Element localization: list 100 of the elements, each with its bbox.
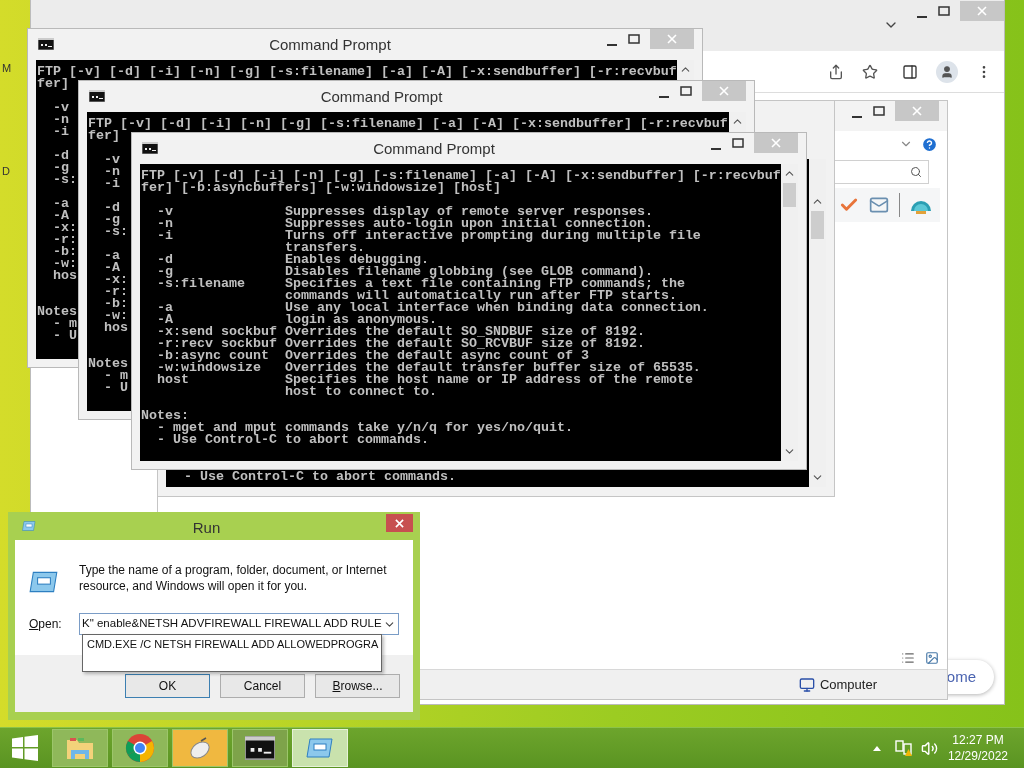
console-line: fer] (37, 78, 69, 90)
network-warning-icon[interactable] (894, 739, 913, 757)
console-line: commands will automatically run after FTP starts. (283, 290, 677, 302)
close-icon (719, 86, 729, 96)
window-icon (305, 736, 335, 760)
open-label: Open: (29, 616, 63, 633)
scroll-thumb[interactable] (811, 211, 824, 239)
description: Type the name of a program, folder, document, or Internet resource, and Windows will open it for you. (79, 562, 388, 595)
dialog-button[interactable]: OK (125, 674, 210, 698)
console-line: -g (52, 162, 69, 174)
console-line: -n Suppresses auto-login upon initial connection. (156, 218, 653, 230)
console-line: -s:filename Specifies a text file containing FTP commands; the (156, 278, 685, 290)
console-line: -d Enables debugging. (156, 254, 429, 266)
caret-up-icon[interactable] (872, 745, 881, 751)
close-button[interactable] (386, 514, 413, 532)
side-panel-icon[interactable] (902, 63, 918, 80)
console-line: - Use Control-C to abort commands. (156, 434, 429, 446)
console-icon (142, 142, 158, 154)
console-line: - m (103, 370, 128, 382)
search-icon (910, 166, 922, 178)
console-line: fer] [-b:asyncbuffers] [-w:windowsize] [host] (141, 182, 501, 194)
circle-logo-icon (125, 733, 155, 763)
console-line: -A login as anonymous. (156, 314, 437, 326)
maximize-icon[interactable] (873, 106, 885, 116)
console-line: -g (103, 214, 120, 226)
dialog-button[interactable]: Cancel (220, 674, 305, 698)
console-line: - Use Control-C to abort commands. (183, 471, 457, 483)
console-line: -i (52, 126, 69, 138)
window-title: Run (191, 518, 222, 538)
close-icon (771, 138, 781, 148)
speaker-icon[interactable] (920, 739, 938, 757)
console-line: -A (103, 262, 120, 274)
search-field[interactable] (833, 160, 929, 184)
console-line: FTP [-v] [-d] [-i] [-n] [-g] [-s:filename] [-a] [-A] [-x:sendbuffer] [-r:recvbuf (37, 66, 677, 78)
scroll-thumb[interactable] (783, 183, 796, 207)
console-line: - U (52, 330, 77, 342)
dialog-button[interactable]: Browse... (315, 674, 400, 698)
console-line: Notes (37, 306, 77, 318)
console-line: FTP [-v] [-d] [-i] [-n] [-g] [-s:filename] [-a] [-A] [-x:sendbuffer] [-r:recvbuf (88, 118, 728, 130)
status-location: Computer (819, 675, 877, 694)
console-line: -b: (103, 298, 128, 310)
maximize-icon[interactable] (732, 138, 744, 148)
desktop-icon-label: M (2, 61, 12, 76)
console-line: -w:windowsize Overrides the default transfer buffer size of 65535. (156, 362, 701, 374)
window-title: Command Prompt (268, 35, 392, 55)
console-line: -v Suppresses display of remote server responses. (156, 206, 653, 218)
console-line: Notes (88, 358, 128, 370)
console-line: -A (52, 210, 69, 222)
picture-view-icon[interactable] (925, 651, 939, 665)
console-line: -d (103, 202, 120, 214)
console-line: -s: (52, 174, 77, 186)
maximize-icon[interactable] (628, 34, 640, 44)
suggestion-item[interactable]: CMD.EXE /C NETSH FIREWALL ADD ALLOWEDPROGRA (87, 637, 379, 652)
console-line: - m (52, 318, 77, 330)
console-line: -n (103, 166, 120, 178)
console-line: FTP [-v] [-d] [-i] [-n] [-g] [-s:filename] [-a] [-A] [-x:sendbuffer] [-r:recvbuf (141, 170, 781, 182)
list-view-icon[interactable] (901, 651, 915, 665)
close-icon (912, 106, 922, 116)
console-line: -r: (52, 234, 77, 246)
console-line: -w: (103, 310, 128, 322)
console-line: Notes: (141, 410, 189, 422)
console-line: -i Turns off interactive prompting during multiple file (156, 230, 701, 242)
profile-icon[interactable] (936, 60, 958, 83)
desktop-icon-label: D (2, 164, 10, 179)
window-icon (28, 569, 60, 595)
console-line: fer] (88, 130, 120, 142)
clock-date: 12/29/2022 (947, 748, 1008, 764)
console-line: -a (103, 250, 120, 262)
console-line: -i (103, 178, 120, 190)
console-line: -g Disables filename globbing (see GLOB command). (156, 266, 653, 278)
console-line: -a Use any local interface when binding data connection. (156, 302, 709, 314)
share-icon[interactable] (828, 63, 844, 80)
close-icon (667, 34, 677, 44)
maximize-icon[interactable] (680, 86, 692, 96)
console-icon (89, 90, 105, 102)
open-field[interactable]: K" enable&NETSH ADVFIREWALL FIREWALL ADD RULE (79, 613, 399, 635)
console-line: -d (52, 150, 69, 162)
star-icon[interactable] (862, 63, 878, 80)
console-icon (38, 38, 54, 50)
taskbar-button[interactable] (232, 729, 288, 767)
computer-icon (798, 676, 815, 693)
clock-time: 12:27 PM (952, 732, 1004, 748)
console-line: hos (52, 270, 77, 282)
console-line: -b: (52, 246, 77, 258)
console-line: -b:async count Overrides the default async count of 3 (156, 350, 589, 362)
close-icon (977, 6, 987, 16)
console-line: -w: (52, 258, 77, 270)
console-line: -r:recv sockbuf Overrides the default SO_RCVBUF size of 8192. (156, 338, 645, 350)
console-line: -x: (103, 274, 128, 286)
console-line: -v (52, 102, 69, 114)
envelope-icon[interactable] (869, 195, 889, 215)
console-line: -a (52, 198, 69, 210)
console-line: hos (103, 322, 128, 334)
console-line: -n (52, 114, 69, 126)
console-line: -s: (103, 226, 128, 238)
window-title: Command Prompt (372, 139, 496, 159)
console-icon (245, 736, 275, 760)
console-line: host to connect to. (283, 386, 437, 398)
maximize-icon[interactable] (938, 6, 950, 16)
console-line: - U (103, 382, 128, 394)
